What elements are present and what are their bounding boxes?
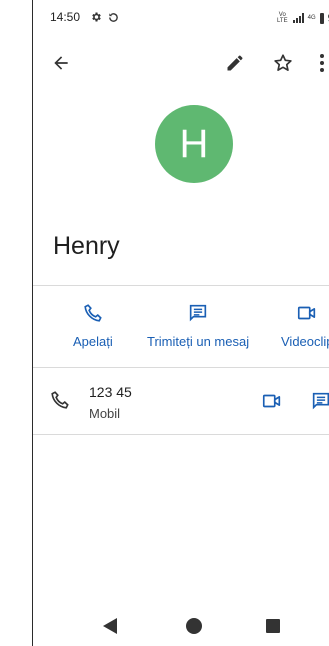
network-gen-label: 4G bbox=[307, 15, 316, 21]
phone-type-label: Mobil bbox=[89, 406, 121, 421]
phone-number: 123 45 bbox=[89, 384, 132, 400]
contact-avatar: H bbox=[155, 105, 233, 183]
call-action-label: Apelați bbox=[73, 334, 113, 349]
video-call-action[interactable]: Videoclip bbox=[281, 300, 329, 349]
contact-name: Henry bbox=[53, 232, 120, 260]
message-icon bbox=[312, 392, 329, 410]
row-message-button[interactable] bbox=[310, 390, 329, 417]
message-icon bbox=[189, 304, 207, 322]
app-bar bbox=[33, 44, 329, 82]
signal-icon bbox=[292, 13, 304, 23]
more-vert-icon bbox=[320, 54, 324, 72]
phone-number-row[interactable]: 123 45 Mobil bbox=[33, 370, 329, 434]
avatar-initial: H bbox=[179, 121, 209, 166]
row-video-call-button[interactable] bbox=[261, 390, 283, 417]
phone-icon bbox=[51, 391, 69, 409]
battery-icon bbox=[319, 12, 324, 24]
contact-actions: Apelați Trimiteți un mesaj Videoclip bbox=[33, 300, 329, 360]
edit-button[interactable] bbox=[220, 48, 250, 78]
message-action-label: Trimiteți un mesaj bbox=[147, 334, 250, 349]
call-action[interactable]: Apelați bbox=[73, 300, 113, 349]
divider bbox=[33, 367, 329, 368]
status-indicators: Vo LTE 4G 98 bbox=[276, 11, 329, 25]
volte-indicator: Vo LTE bbox=[277, 12, 288, 24]
videocam-icon bbox=[298, 306, 316, 320]
divider bbox=[33, 285, 329, 286]
sync-icon bbox=[109, 12, 118, 22]
status-bar: 14:50 Vo LTE 4G 98 bbox=[33, 0, 329, 34]
phone-icon bbox=[84, 304, 102, 322]
nav-recents-icon[interactable] bbox=[266, 619, 280, 633]
arrow-back-icon bbox=[54, 56, 68, 70]
gear-icon bbox=[92, 12, 101, 22]
divider bbox=[33, 434, 329, 435]
nav-back-icon[interactable] bbox=[103, 618, 117, 634]
system-navigation-bar bbox=[33, 610, 329, 642]
star-outline-icon bbox=[274, 54, 292, 71]
back-button[interactable] bbox=[46, 48, 76, 78]
video-call-action-label: Videoclip bbox=[281, 334, 329, 349]
more-options-button[interactable] bbox=[319, 48, 329, 78]
nav-home-icon[interactable] bbox=[186, 618, 202, 634]
edit-pencil-icon bbox=[227, 55, 243, 71]
favorite-button[interactable] bbox=[268, 48, 298, 78]
message-action[interactable]: Trimiteți un mesaj bbox=[147, 300, 249, 349]
status-time: 14:50 bbox=[50, 10, 81, 24]
contact-details-screen: 14:50 Vo LTE 4G 98 bbox=[33, 0, 329, 646]
videocam-icon bbox=[262, 394, 281, 408]
